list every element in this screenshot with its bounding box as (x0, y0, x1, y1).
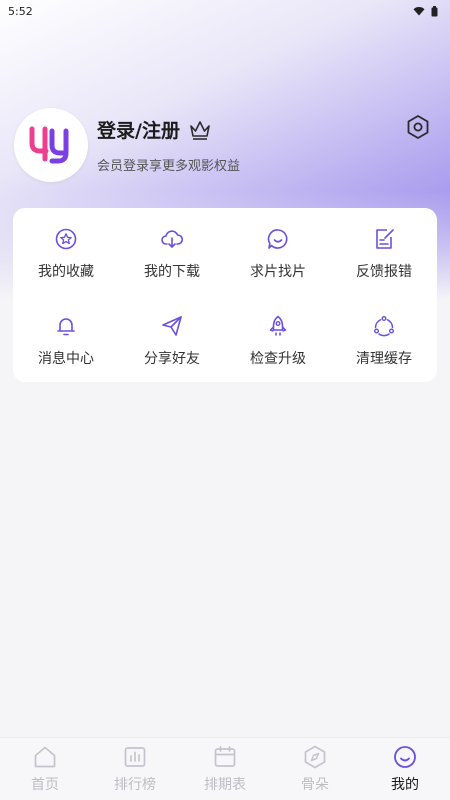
recycle-icon (374, 315, 395, 336)
grid-item-feedback[interactable]: 反馈报错 (331, 208, 437, 295)
tab-mine[interactable]: 我的 (360, 738, 450, 800)
avatar[interactable] (14, 108, 88, 182)
grid-label: 反馈报错 (356, 263, 412, 280)
grid-label: 分享好友 (144, 350, 200, 367)
compass-icon (304, 745, 326, 769)
grid-label: 我的下载 (144, 263, 200, 280)
smile-face-icon (394, 746, 416, 768)
tab-label: 排行榜 (114, 777, 156, 793)
tab-guduo[interactable]: 骨朵 (270, 738, 360, 800)
feature-grid: 我的收藏 我的下载 求片找片 反馈报错 消息中心 分享好友 检查升级 清理缓存 (13, 208, 437, 382)
tab-home[interactable]: 首页 (0, 738, 90, 800)
home-icon (34, 746, 56, 768)
settings-button[interactable] (404, 113, 432, 141)
grid-label: 求片找片 (250, 263, 306, 280)
tab-label: 骨朵 (301, 777, 329, 793)
app-screen: 5:52 登录/注册 会员登录享更多观影权益 我的收藏 我的下载 求片找片 反馈… (0, 0, 450, 800)
bell-icon (57, 317, 75, 335)
tab-ranking[interactable]: 排行榜 (90, 738, 180, 800)
edit-note-icon (376, 228, 394, 249)
tab-label: 首页 (31, 777, 59, 793)
grid-item-messages[interactable]: 消息中心 (13, 295, 119, 382)
battery-icon (431, 5, 438, 16)
tab-schedule[interactable]: 排期表 (180, 738, 270, 800)
tab-label: 排期表 (204, 777, 246, 793)
profile-header[interactable]: 登录/注册 会员登录享更多观影权益 (14, 108, 240, 182)
grid-item-request-movie[interactable]: 求片找片 (225, 208, 331, 295)
crown-icon (190, 120, 210, 140)
grid-item-clear-cache[interactable]: 清理缓存 (331, 295, 437, 382)
grid-item-favorites[interactable]: 我的收藏 (13, 208, 119, 295)
grid-label: 检查升级 (250, 350, 306, 367)
tab-label: 我的 (391, 777, 419, 793)
status-icons (413, 5, 438, 17)
rocket-icon (269, 315, 287, 336)
star-circle-icon (55, 228, 77, 249)
status-bar: 5:52 (0, 0, 450, 22)
grid-label: 消息中心 (38, 350, 94, 367)
paper-plane-icon (162, 315, 182, 336)
app-logo-icon (29, 126, 69, 164)
login-row[interactable]: 登录/注册 (97, 116, 240, 143)
grid-label: 清理缓存 (356, 350, 412, 367)
grid-item-downloads[interactable]: 我的下载 (119, 208, 225, 295)
grid-item-check-update[interactable]: 检查升级 (225, 295, 331, 382)
ranking-icon (124, 747, 146, 767)
bottom-tab-bar: 首页 排行榜 排期表 骨朵 我的 (0, 737, 450, 800)
wifi-icon (413, 7, 425, 16)
status-time: 5:52 (8, 4, 33, 18)
login-register-link[interactable]: 登录/注册 (97, 116, 180, 143)
member-subtitle: 会员登录享更多观影权益 (97, 159, 241, 174)
cloud-download-icon (161, 229, 184, 248)
calendar-icon (214, 746, 236, 767)
settings-hexagon-icon (407, 115, 429, 139)
grid-label: 我的收藏 (38, 263, 94, 280)
grid-item-share[interactable]: 分享好友 (119, 295, 225, 382)
profile-text: 登录/注册 会员登录享更多观影权益 (97, 116, 240, 174)
chat-smile-icon (267, 228, 288, 249)
